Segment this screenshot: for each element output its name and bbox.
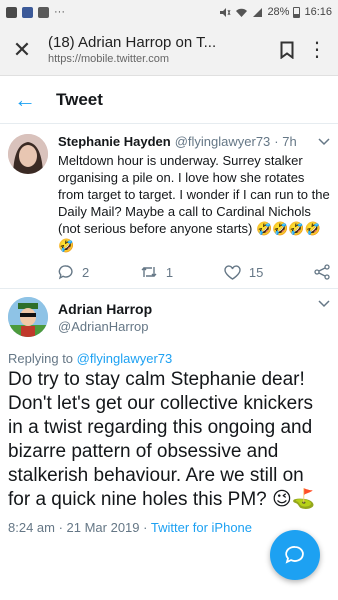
tweet-time: · 7h [274,134,297,149]
bookmark-icon [280,41,294,59]
avatar[interactable] [8,297,48,337]
tweet-header: ← Tweet [0,76,338,124]
facebook-notification-icon [22,6,33,18]
share-icon [314,264,330,280]
tweet-text: Meltdown hour is underway. Surrey stalke… [58,153,330,253]
status-bar-notifications: ··· [6,6,65,18]
main-tweet: Adrian Harrop @AdrianHarrop Replying to … [0,288,338,535]
page-title: (18) Adrian Harrop on T... [48,34,217,51]
parent-tweet-body: Stephanie Hayden @flyinglawyer73 · 7h Me… [48,134,330,288]
close-icon[interactable]: ✕ [8,37,36,63]
like-count: 15 [248,264,264,280]
photo-notification-icon [6,6,17,18]
avatar[interactable] [8,134,48,174]
reply-button[interactable]: 2 [58,264,89,280]
heart-icon [224,264,241,280]
chevron-down-icon[interactable] [318,135,330,149]
share-button[interactable] [314,264,330,280]
parent-tweet[interactable]: Stephanie Hayden @flyinglawyer73 · 7h Me… [0,124,338,288]
header-title: Tweet [56,89,103,109]
status-bar-system: 28% 16:16 [219,6,332,18]
author-handle[interactable]: @AdrianHarrop [58,319,152,334]
mute-icon [220,7,231,17]
battery-percent: 28% [267,6,290,18]
avatar-image [8,134,48,174]
replying-to-link[interactable]: @flyinglawyer73 [77,351,173,366]
like-button[interactable]: 15 [224,265,263,280]
tweet-source-link[interactable]: Twitter for iPhone [151,520,252,535]
image-notification-icon [38,6,49,18]
clock: 16:16 [304,6,332,18]
author-info: Adrian Harrop @AdrianHarrop [48,301,152,334]
tweet-actions: 2 1 15 [58,254,330,288]
main-tweet-header: Adrian Harrop @AdrianHarrop [8,297,330,337]
retweet-icon [141,267,157,277]
retweet-button[interactable]: 1 [140,265,173,280]
reply-icon [58,265,73,280]
more-notifications-icon: ··· [54,6,65,18]
author-handle[interactable]: @flyinglawyer73 [175,134,271,149]
status-bar: ··· 28% 16:16 [0,0,338,24]
tweet-timestamp: 8:24 am · 21 Mar 2019 · [8,520,148,535]
compose-reply-icon [285,546,304,564]
bookmark-button[interactable] [270,41,304,59]
replying-to: Replying to @flyinglawyer73 [8,351,330,366]
chevron-down-icon[interactable] [318,297,330,311]
replying-to-label: Replying to [8,351,74,366]
page-info: (18) Adrian Harrop on T... https://mobil… [36,34,270,65]
signal-icon [253,7,263,17]
author-name[interactable]: Adrian Harrop [58,301,152,317]
compose-button[interactable] [270,530,320,580]
battery-icon [293,6,301,18]
custom-tab-bar: ✕ (18) Adrian Harrop on T... https://mob… [0,24,338,76]
parent-tweet-header: Stephanie Hayden @flyinglawyer73 · 7h [58,134,330,149]
avatar-image [8,297,48,337]
tweet-text: Do try to stay calm Stephanie dear! Don'… [8,369,316,510]
page-url: https://mobile.twitter.com [48,53,170,65]
retweet-count: 1 [165,264,174,280]
back-arrow-icon[interactable]: ← [14,87,40,113]
overflow-menu-icon[interactable]: ⋮ [304,40,330,60]
reply-count: 2 [82,264,90,280]
author-name[interactable]: Stephanie Hayden [58,134,171,149]
wifi-icon [236,8,248,17]
